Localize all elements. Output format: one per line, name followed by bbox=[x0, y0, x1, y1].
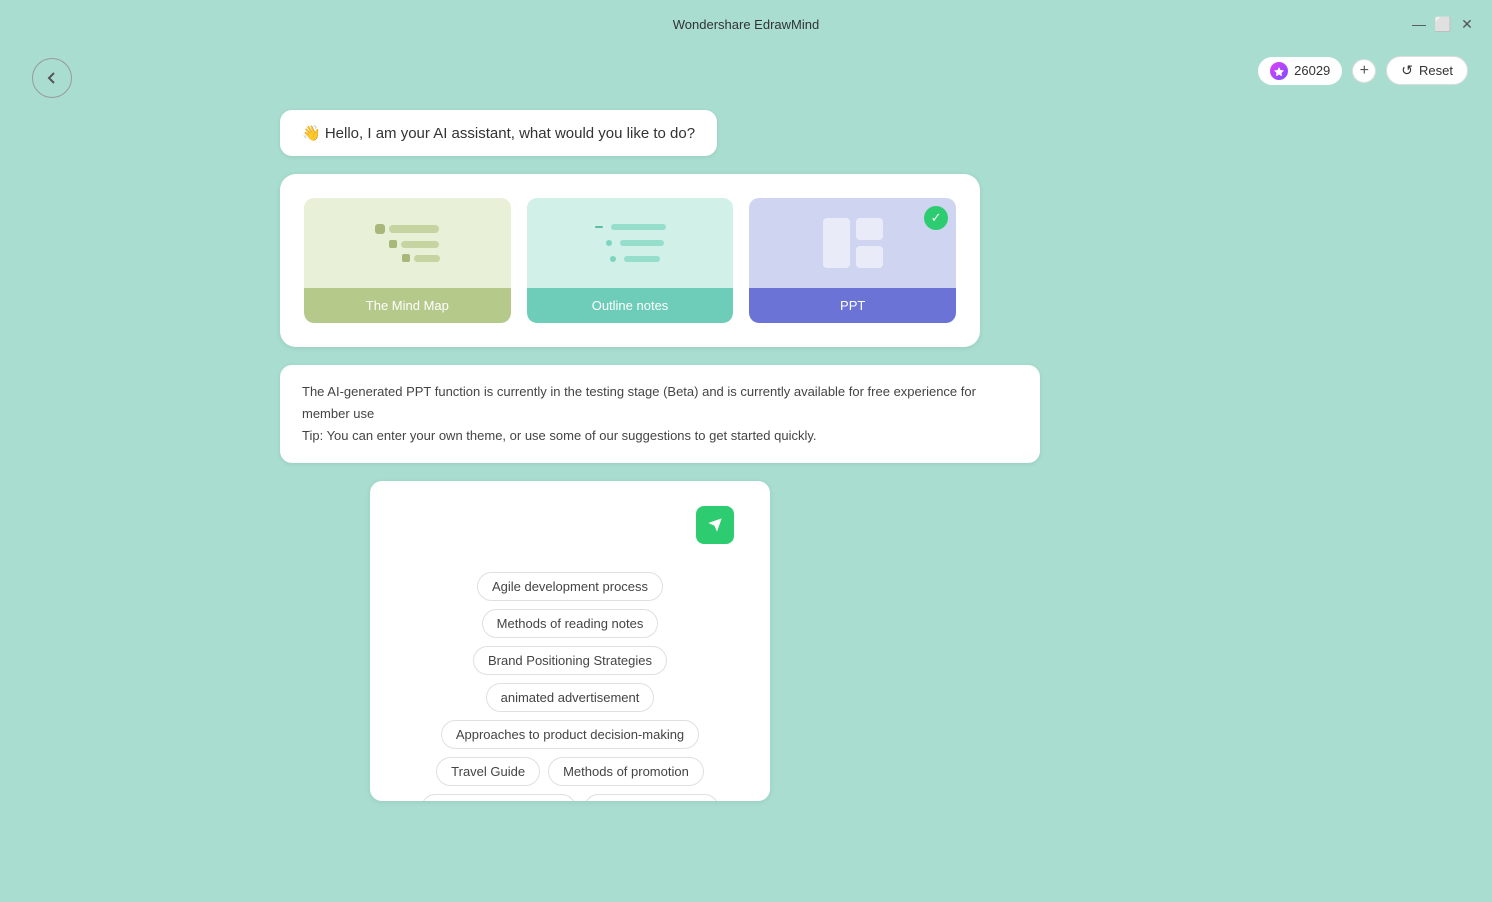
outline-mode-option[interactable]: Outline notes bbox=[527, 198, 734, 323]
titlebar: Wondershare EdrawMind — ⬜ ✕ bbox=[0, 0, 1492, 48]
close-button[interactable]: ✕ bbox=[1458, 15, 1476, 33]
mindmap-preview bbox=[304, 198, 511, 288]
info-line2: Tip: You can enter your own theme, or us… bbox=[302, 425, 1018, 447]
window-controls: — ⬜ ✕ bbox=[1410, 15, 1476, 33]
add-credits-button[interactable]: + bbox=[1352, 59, 1376, 83]
reset-icon: ↺ bbox=[1401, 62, 1413, 79]
info-line1: The AI-generated PPT function is current… bbox=[302, 381, 1018, 425]
input-wrapper bbox=[394, 501, 746, 556]
chip-reading-notes[interactable]: Methods of reading notes bbox=[482, 609, 659, 638]
app-title: Wondershare EdrawMind bbox=[673, 17, 819, 32]
reset-label: Reset bbox=[1419, 63, 1453, 78]
reset-button[interactable]: ↺ Reset bbox=[1386, 56, 1468, 85]
ppt-selected-badge: ✓ bbox=[924, 206, 948, 230]
ppt-mode-option[interactable]: ✓ PPT bbox=[749, 198, 956, 323]
ppt-preview: ✓ bbox=[749, 198, 956, 288]
greeting-text: 👋 Hello, I am your AI assistant, what wo… bbox=[302, 125, 695, 142]
mode-selector-card: The Mind Map bbox=[280, 174, 980, 347]
chip-brand[interactable]: Brand Positioning Strategies bbox=[473, 646, 667, 675]
maximize-button[interactable]: ⬜ bbox=[1434, 15, 1452, 33]
info-box: The AI-generated PPT function is current… bbox=[280, 365, 1040, 463]
chip-learning[interactable]: Learning Program bbox=[584, 794, 718, 801]
main-content: 👋 Hello, I am your AI assistant, what wo… bbox=[0, 110, 1492, 801]
credits-count: 26029 bbox=[1294, 63, 1330, 78]
chip-animated[interactable]: animated advertisement bbox=[486, 683, 655, 712]
chips-container: Agile development process Methods of rea… bbox=[394, 572, 746, 801]
mindmap-mode-option[interactable]: The Mind Map bbox=[304, 198, 511, 323]
ppt-label: PPT bbox=[749, 288, 956, 323]
minimize-button[interactable]: — bbox=[1410, 15, 1428, 33]
chip-product[interactable]: Approaches to product decision-making bbox=[441, 720, 699, 749]
theme-input[interactable] bbox=[394, 501, 746, 551]
top-right-area: 26029 + ↺ Reset bbox=[1258, 56, 1468, 85]
chip-agile[interactable]: Agile development process bbox=[477, 572, 663, 601]
greeting-bubble: 👋 Hello, I am your AI assistant, what wo… bbox=[280, 110, 717, 156]
outline-preview bbox=[527, 198, 734, 288]
credits-icon bbox=[1270, 62, 1288, 80]
mindmap-label: The Mind Map bbox=[304, 288, 511, 323]
send-button[interactable] bbox=[696, 506, 734, 544]
chip-computer[interactable]: Computer Knowledge bbox=[421, 794, 576, 801]
input-section: Agile development process Methods of rea… bbox=[370, 481, 770, 801]
credits-badge: 26029 bbox=[1258, 57, 1342, 85]
chip-promotion[interactable]: Methods of promotion bbox=[548, 757, 704, 786]
back-button[interactable] bbox=[32, 58, 72, 98]
outline-label: Outline notes bbox=[527, 288, 734, 323]
chip-travel[interactable]: Travel Guide bbox=[436, 757, 540, 786]
